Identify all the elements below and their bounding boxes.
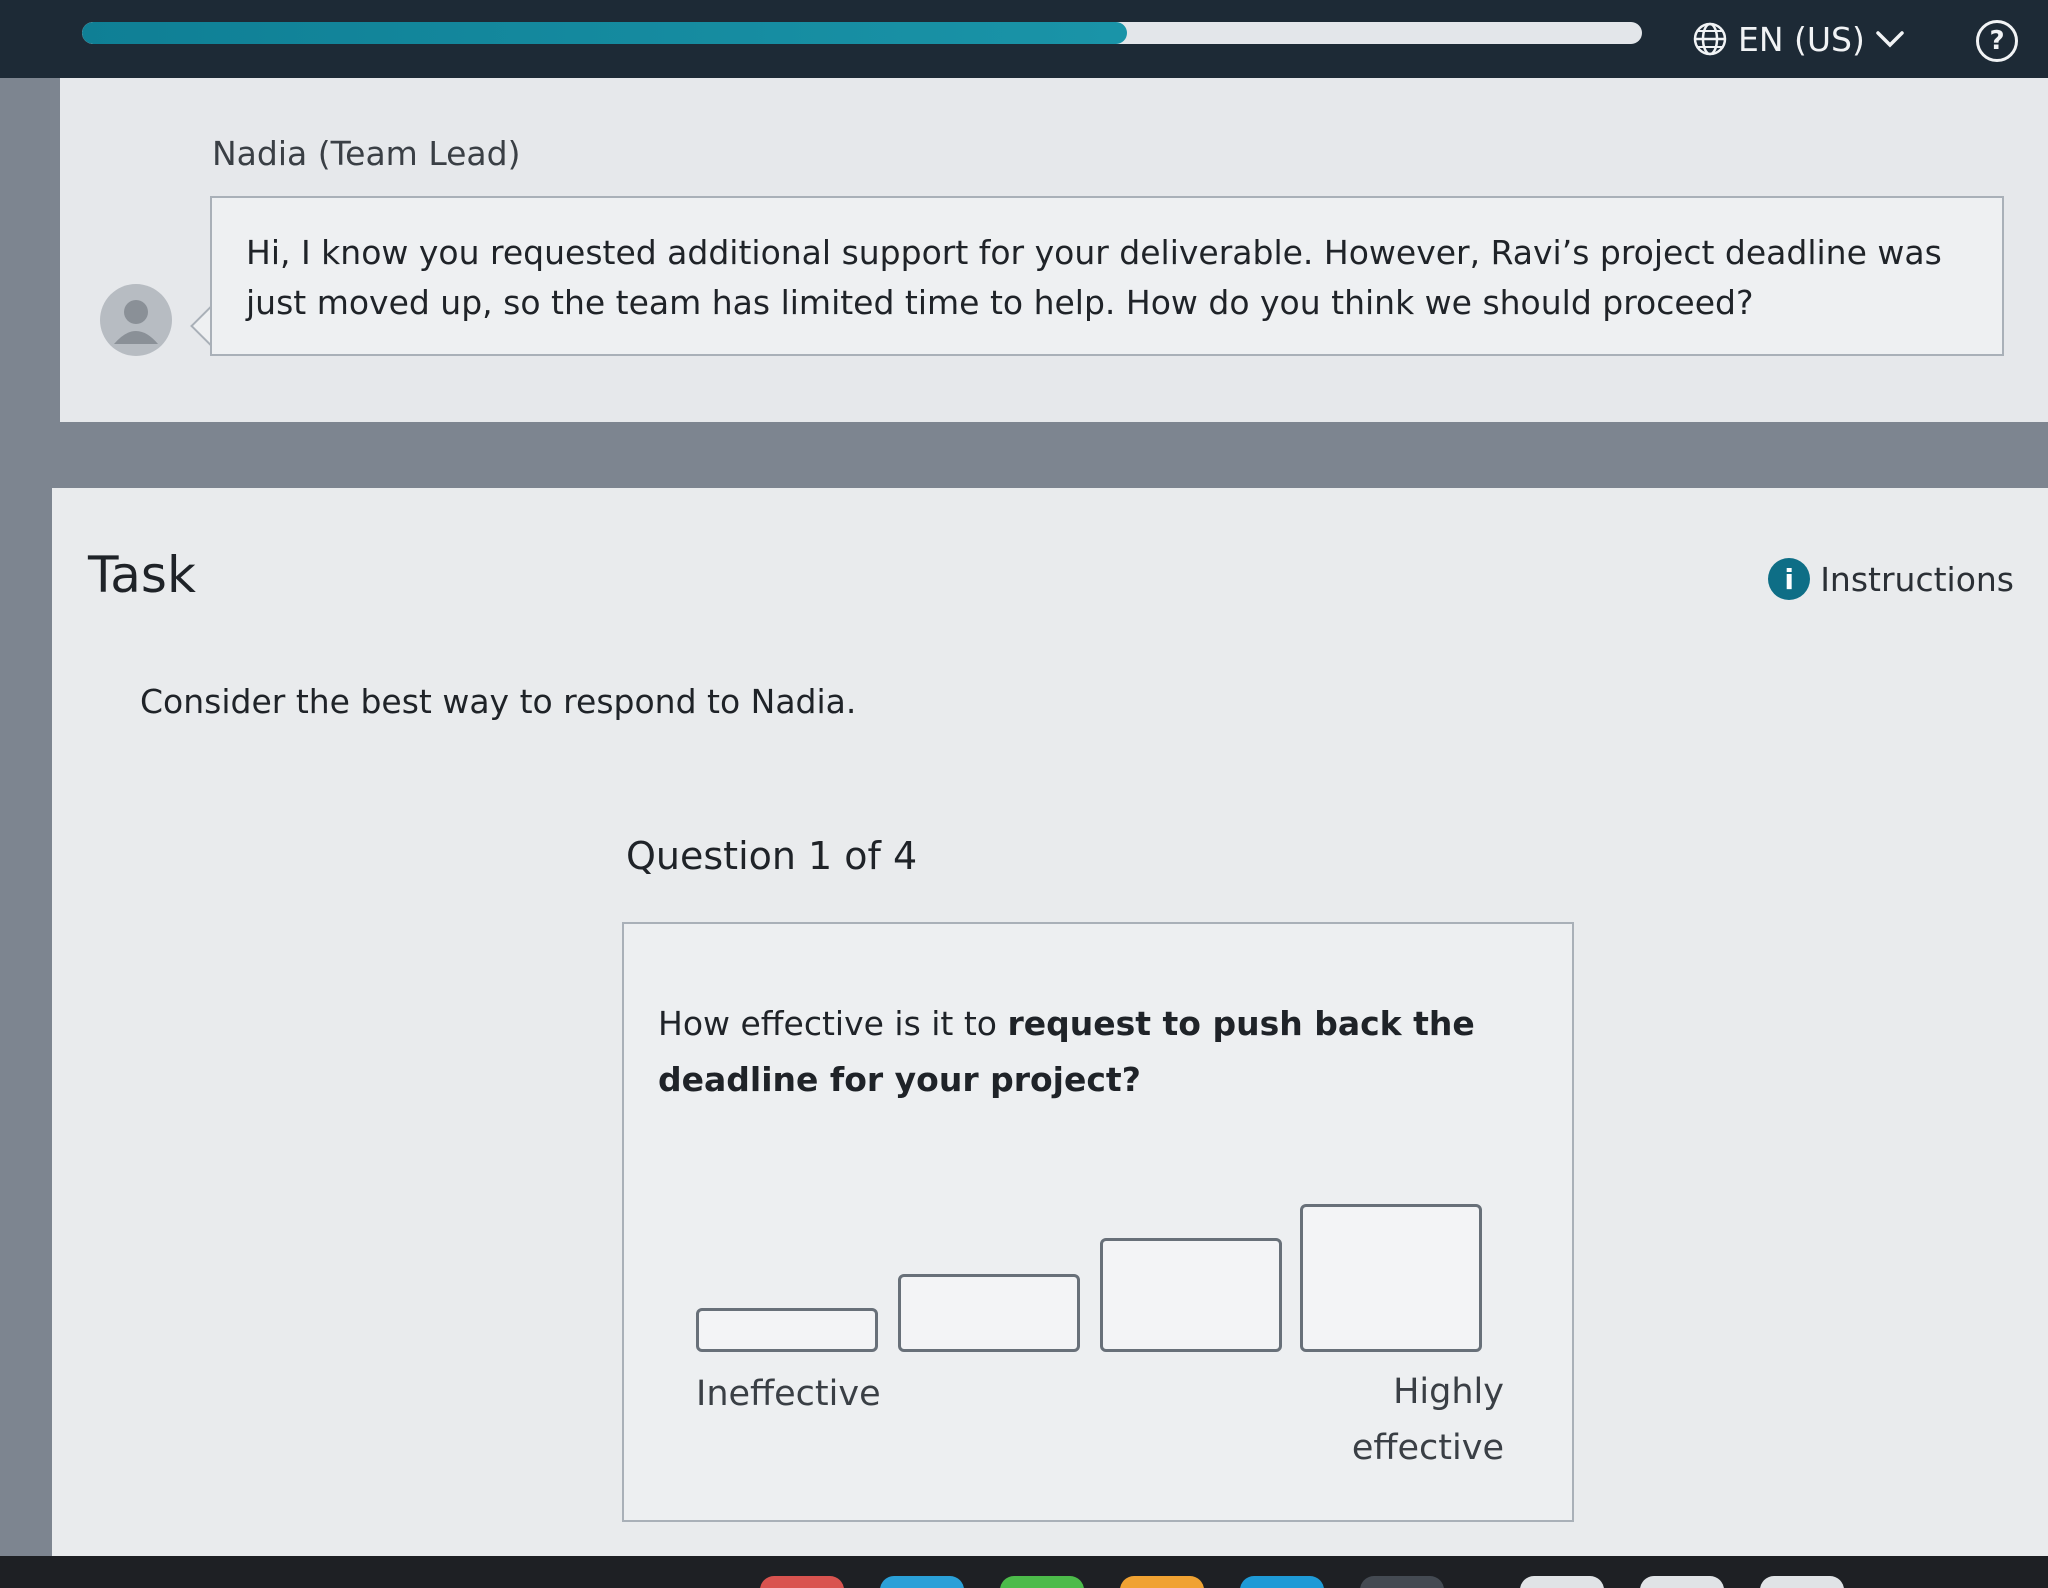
question-card: How effective is it to request to push b… <box>622 922 1574 1522</box>
globe-icon <box>1692 21 1728 57</box>
assessment-page: EN (US) ? Nadia (Team Lead) Hi, I know y… <box>0 0 2048 1588</box>
chevron-down-icon <box>1875 29 1905 49</box>
dock-app-icon[interactable] <box>1360 1576 1444 1588</box>
message-card: Nadia (Team Lead) Hi, I know you request… <box>60 78 2048 422</box>
dock-app-icon[interactable] <box>880 1576 964 1588</box>
task-title: Task <box>88 546 196 604</box>
progress-bar <box>82 22 1642 44</box>
dock-strip <box>0 1556 2048 1588</box>
instructions-label: Instructions <box>1820 559 2014 599</box>
question-counter: Question 1 of 4 <box>626 834 918 878</box>
scale-option-4[interactable] <box>1300 1204 1482 1352</box>
sender-name: Nadia (Team Lead) <box>212 134 521 173</box>
dock-app-icon[interactable] <box>1520 1576 1604 1588</box>
info-icon: i <box>1768 558 1811 600</box>
scale-option-1[interactable] <box>696 1308 878 1352</box>
dock-app-icon[interactable] <box>1000 1576 1084 1588</box>
instructions-button[interactable]: i Instructions <box>1768 558 2014 600</box>
question-circle-icon: ? <box>1989 26 2005 56</box>
dock-app-icon[interactable] <box>1760 1576 1844 1588</box>
task-panel: Task i Instructions Consider the best wa… <box>52 488 2048 1556</box>
scale-low-label: Ineffective <box>696 1374 881 1414</box>
dock-app-icon[interactable] <box>760 1576 844 1588</box>
language-label: EN (US) <box>1738 19 1865 59</box>
help-button[interactable]: ? <box>1976 20 2018 62</box>
task-prompt: Consider the best way to respond to Nadi… <box>140 682 857 721</box>
dock-app-icon[interactable] <box>1120 1576 1204 1588</box>
scale-option-3[interactable] <box>1100 1238 1282 1352</box>
scale-high-label: Highly effective <box>1351 1372 1504 1468</box>
progress-fill <box>82 22 1128 44</box>
user-silhouette-icon <box>100 284 172 356</box>
language-selector[interactable]: EN (US) <box>1692 14 1905 64</box>
message-bubble: Hi, I know you requested additional supp… <box>210 196 2004 356</box>
dock-app-icon[interactable] <box>1640 1576 1724 1588</box>
message-text: Hi, I know you requested additional supp… <box>246 233 1942 322</box>
dock-app-icon[interactable] <box>1240 1576 1324 1588</box>
top-bar: EN (US) ? <box>0 0 2048 78</box>
scale-option-2[interactable] <box>898 1274 1080 1352</box>
